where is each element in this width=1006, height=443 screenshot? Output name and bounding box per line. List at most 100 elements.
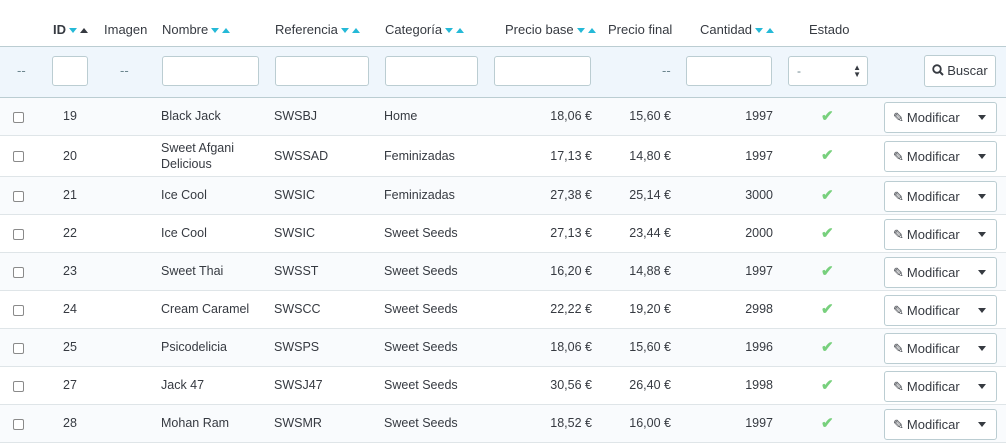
sort-asc-icon[interactable] <box>587 28 596 34</box>
check-icon[interactable]: ✔ <box>821 291 834 328</box>
row-name[interactable]: Sweet Afgani Delicious <box>161 140 234 177</box>
row-final-price: 23,44 € <box>629 226 671 240</box>
row-id: 24 <box>63 302 77 316</box>
sort-asc-icon[interactable] <box>351 28 360 34</box>
edit-button[interactable]: ✎ Modificar <box>893 258 960 287</box>
row-name[interactable]: Jack 47 <box>161 367 204 404</box>
row-quantity: 1997 <box>745 264 773 278</box>
search-button[interactable]: Buscar <box>924 55 996 87</box>
caret-down-icon[interactable] <box>978 270 986 275</box>
row-name[interactable]: Black Jack <box>161 98 221 135</box>
header-name[interactable]: Nombre <box>162 0 231 46</box>
table-row[interactable]: 22 Ice Cool SWSIC Sweet Seeds 27,13 € 23,44 €… <box>0 215 1006 253</box>
row-id: 22 <box>63 226 77 240</box>
row-name[interactable]: Mohan Ram <box>161 405 229 442</box>
quantity-filter-input[interactable] <box>686 56 772 86</box>
sort-asc-icon[interactable] <box>80 28 88 34</box>
pencil-icon: ✎ <box>893 303 904 318</box>
table-header: ID Imagen Nombre Referencia Categoría Pr… <box>0 0 1006 46</box>
edit-button-group[interactable]: ✎ Modificar <box>884 141 997 172</box>
row-checkbox[interactable] <box>13 305 24 316</box>
caret-down-icon[interactable] <box>978 194 986 199</box>
status-filter-select[interactable]: - ▲ ▼ <box>788 56 868 86</box>
check-icon[interactable]: ✔ <box>821 215 834 252</box>
edit-button[interactable]: ✎ Modificar <box>893 220 960 249</box>
edit-button[interactable]: ✎ Modificar <box>893 182 960 211</box>
row-checkbox[interactable] <box>13 343 24 354</box>
check-icon[interactable]: ✔ <box>821 136 834 176</box>
check-icon[interactable]: ✔ <box>821 253 834 290</box>
edit-button[interactable]: ✎ Modificar <box>893 142 960 171</box>
header-category[interactable]: Categoría <box>385 0 465 46</box>
caret-down-icon[interactable] <box>978 308 986 313</box>
check-icon[interactable]: ✔ <box>821 177 834 214</box>
row-final-price: 16,00 € <box>629 416 671 430</box>
check-icon[interactable]: ✔ <box>821 405 834 442</box>
sort-desc-icon[interactable] <box>755 28 764 34</box>
edit-button[interactable]: ✎ Modificar <box>893 334 960 363</box>
sort-desc-icon[interactable] <box>211 28 220 34</box>
sort-asc-icon[interactable] <box>766 28 775 34</box>
row-id: 23 <box>63 264 77 278</box>
edit-button-group[interactable]: ✎ Modificar <box>884 409 997 440</box>
header-id[interactable]: ID <box>53 0 88 46</box>
name-filter-input[interactable] <box>162 56 259 86</box>
edit-button-group[interactable]: ✎ Modificar <box>884 181 997 212</box>
row-name[interactable]: Ice Cool <box>161 177 207 214</box>
header-reference[interactable]: Referencia <box>275 0 360 46</box>
row-checkbox[interactable] <box>13 381 24 392</box>
sort-desc-icon[interactable] <box>69 28 77 34</box>
header-base-price[interactable]: Precio base <box>505 0 596 46</box>
row-name[interactable]: Sweet Thai <box>161 253 223 290</box>
sort-asc-icon[interactable] <box>222 28 231 34</box>
checkbox-filter-placeholder: -- <box>17 63 26 78</box>
check-icon[interactable]: ✔ <box>821 329 834 366</box>
caret-down-icon[interactable] <box>978 346 986 351</box>
reference-filter-input[interactable] <box>275 56 369 86</box>
category-filter-input[interactable] <box>385 56 478 86</box>
row-checkbox[interactable] <box>13 267 24 278</box>
caret-down-icon[interactable] <box>978 115 986 120</box>
edit-button-group[interactable]: ✎ Modificar <box>884 102 997 133</box>
row-id: 28 <box>63 416 77 430</box>
table-row[interactable]: 23 Sweet Thai SWSST Sweet Seeds 16,20 € 14,88… <box>0 253 1006 291</box>
check-icon[interactable]: ✔ <box>821 98 834 135</box>
edit-button-group[interactable]: ✎ Modificar <box>884 219 997 250</box>
caret-down-icon[interactable] <box>978 232 986 237</box>
check-icon[interactable]: ✔ <box>821 367 834 404</box>
header-quantity[interactable]: Cantidad <box>700 0 775 46</box>
table-row[interactable]: 21 Ice Cool SWSIC Feminizadas 27,38 € 25,14 €… <box>0 177 1006 215</box>
sort-desc-icon[interactable] <box>340 28 349 34</box>
sort-desc-icon[interactable] <box>576 28 585 34</box>
row-checkbox[interactable] <box>13 229 24 240</box>
table-row[interactable]: 28 Mohan Ram SWSMR Sweet Seeds 18,52 € 16,00 … <box>0 405 1006 443</box>
edit-button-group[interactable]: ✎ Modificar <box>884 371 997 402</box>
row-checkbox[interactable] <box>13 419 24 430</box>
table-row[interactable]: 25 Psicodelicia SWSPS Sweet Seeds 18,06 € 15,… <box>0 329 1006 367</box>
row-name[interactable]: Psicodelicia <box>161 329 227 366</box>
row-checkbox[interactable] <box>13 191 24 202</box>
table-row[interactable]: 24 Cream Caramel SWSCC Sweet Seeds 22,22 € 19… <box>0 291 1006 329</box>
caret-down-icon[interactable] <box>978 384 986 389</box>
base-price-filter-input[interactable] <box>494 56 591 86</box>
edit-button-group[interactable]: ✎ Modificar <box>884 295 997 326</box>
caret-down-icon[interactable] <box>978 154 986 159</box>
sort-desc-icon[interactable] <box>445 28 454 34</box>
table-row[interactable]: 27 Jack 47 SWSJ47 Sweet Seeds 30,56 € 26,40 €… <box>0 367 1006 405</box>
row-base-price: 16,20 € <box>550 264 592 278</box>
edit-button[interactable]: ✎ Modificar <box>893 410 960 439</box>
row-checkbox[interactable] <box>13 112 24 123</box>
edit-button[interactable]: ✎ Modificar <box>893 103 960 132</box>
table-row[interactable]: 20 Sweet Afgani Delicious SWSSAD Feminizadas… <box>0 136 1006 177</box>
edit-button-group[interactable]: ✎ Modificar <box>884 257 997 288</box>
row-name[interactable]: Cream Caramel <box>161 291 249 328</box>
edit-button[interactable]: ✎ Modificar <box>893 372 960 401</box>
row-checkbox[interactable] <box>13 151 24 162</box>
table-row[interactable]: 19 Black Jack SWSBJ Home 18,06 € 15,60 € 1997 ✔… <box>0 98 1006 136</box>
row-name[interactable]: Ice Cool <box>161 215 207 252</box>
caret-down-icon[interactable] <box>978 422 986 427</box>
sort-asc-icon[interactable] <box>456 28 465 34</box>
edit-button-group[interactable]: ✎ Modificar <box>884 333 997 364</box>
edit-button[interactable]: ✎ Modificar <box>893 296 960 325</box>
id-filter-input[interactable] <box>52 56 88 86</box>
